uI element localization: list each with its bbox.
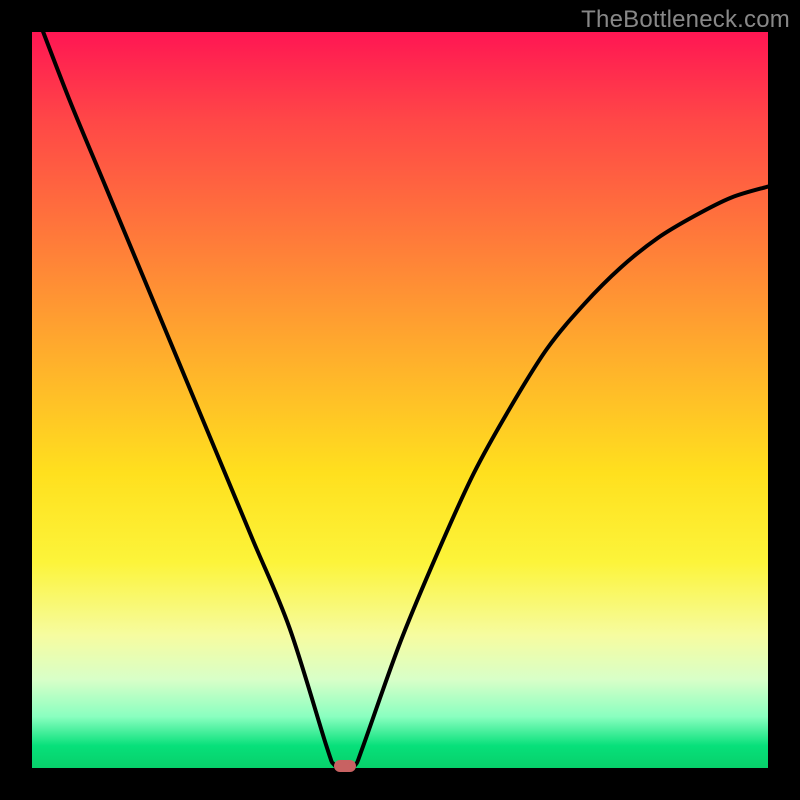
minimum-marker [334,760,356,772]
plot-area [32,32,768,768]
bottleneck-curve [32,3,768,769]
watermark-text: TheBottleneck.com [581,6,790,34]
curve-layer [32,32,768,768]
chart-frame: TheBottleneck.com [0,0,800,800]
